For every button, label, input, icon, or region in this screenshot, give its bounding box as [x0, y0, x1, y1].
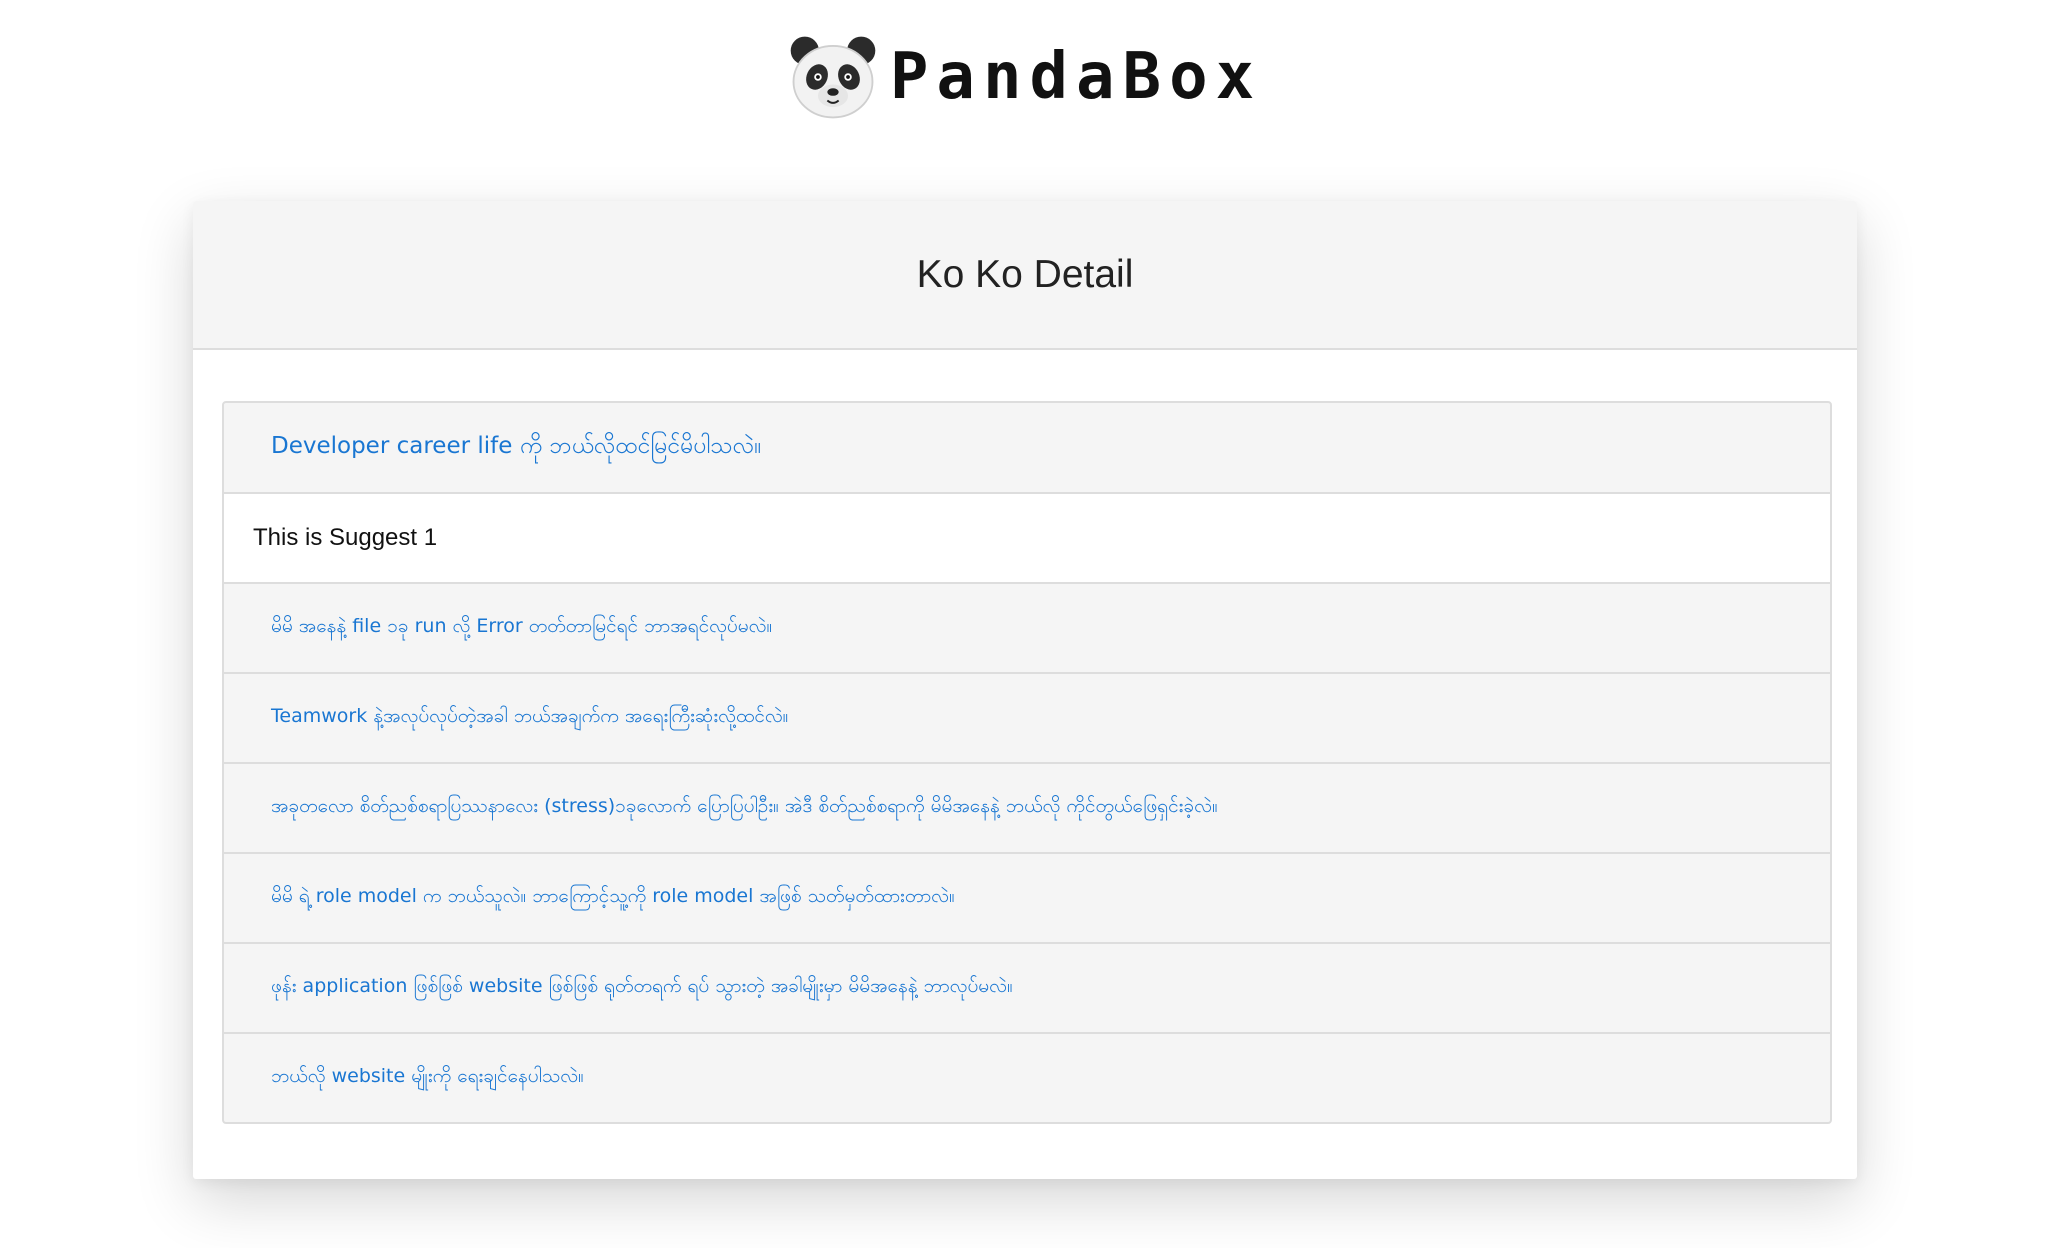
question-link[interactable]: ဖုန်း application ဖြစ်ဖြစ် website ဖြစ်ဖ…: [271, 974, 1013, 1002]
brand-name: PandaBox: [889, 40, 1263, 114]
page-title: Ko Ko Detail: [916, 252, 1134, 296]
question-link[interactable]: Teamwork နဲ့အလုပ်လုပ်တဲ့အခါ ဘယ်အချက်က အရ…: [271, 704, 788, 732]
list-item[interactable]: အခုတလော စိတ်ညစ်စရာပြဿနာလေး (stress)၁ခုလေ…: [224, 762, 1830, 852]
list-item[interactable]: ဖုန်း application ဖြစ်ဖြစ် website ဖြစ်ဖ…: [224, 942, 1830, 1032]
question-list: Developer career life ကို ဘယ်လိုထင်မြင်မ…: [222, 401, 1832, 1124]
question-link[interactable]: Developer career life ကို ဘယ်လိုထင်မြင်မ…: [271, 431, 761, 465]
question-link[interactable]: အခုတလော စိတ်ညစ်စရာပြဿနာလေး (stress)၁ခုလေ…: [271, 794, 1218, 822]
suggestion-text: This is Suggest 1: [253, 524, 438, 551]
page: PandaBox Ko Ko Detail Developer career l…: [0, 0, 2048, 1248]
list-item[interactable]: မိမိ ရဲ့ role model က ဘယ်သူလဲ။ ဘာကြောင့်…: [224, 852, 1830, 942]
brand-logo[interactable]: PandaBox: [0, 30, 2048, 124]
list-item[interactable]: Developer career life ကို ဘယ်လိုထင်မြင်မ…: [224, 403, 1830, 492]
detail-card: Ko Ko Detail Developer career life ကို ဘ…: [193, 201, 1857, 1179]
panda-face-icon: [790, 36, 876, 119]
suggestion-row: This is Suggest 1: [224, 492, 1830, 582]
question-link[interactable]: မိမိ အနေနဲ့ file ၁ခု run လို့ Error တတ်တ…: [271, 614, 772, 642]
question-link[interactable]: ဘယ်လို website မျိုးကို ရေးချင်နေပါသလဲ။: [271, 1064, 584, 1092]
list-item[interactable]: ဘယ်လို website မျိုးကို ရေးချင်နေပါသလဲ။: [224, 1032, 1830, 1122]
card-header: Ko Ko Detail: [193, 201, 1857, 350]
list-item[interactable]: မိမိ အနေနဲ့ file ၁ခု run လို့ Error တတ်တ…: [224, 582, 1830, 672]
question-link[interactable]: မိမိ ရဲ့ role model က ဘယ်သူလဲ။ ဘာကြောင့်…: [271, 884, 955, 912]
list-item[interactable]: Teamwork နဲ့အလုပ်လုပ်တဲ့အခါ ဘယ်အချက်က အရ…: [224, 672, 1830, 762]
